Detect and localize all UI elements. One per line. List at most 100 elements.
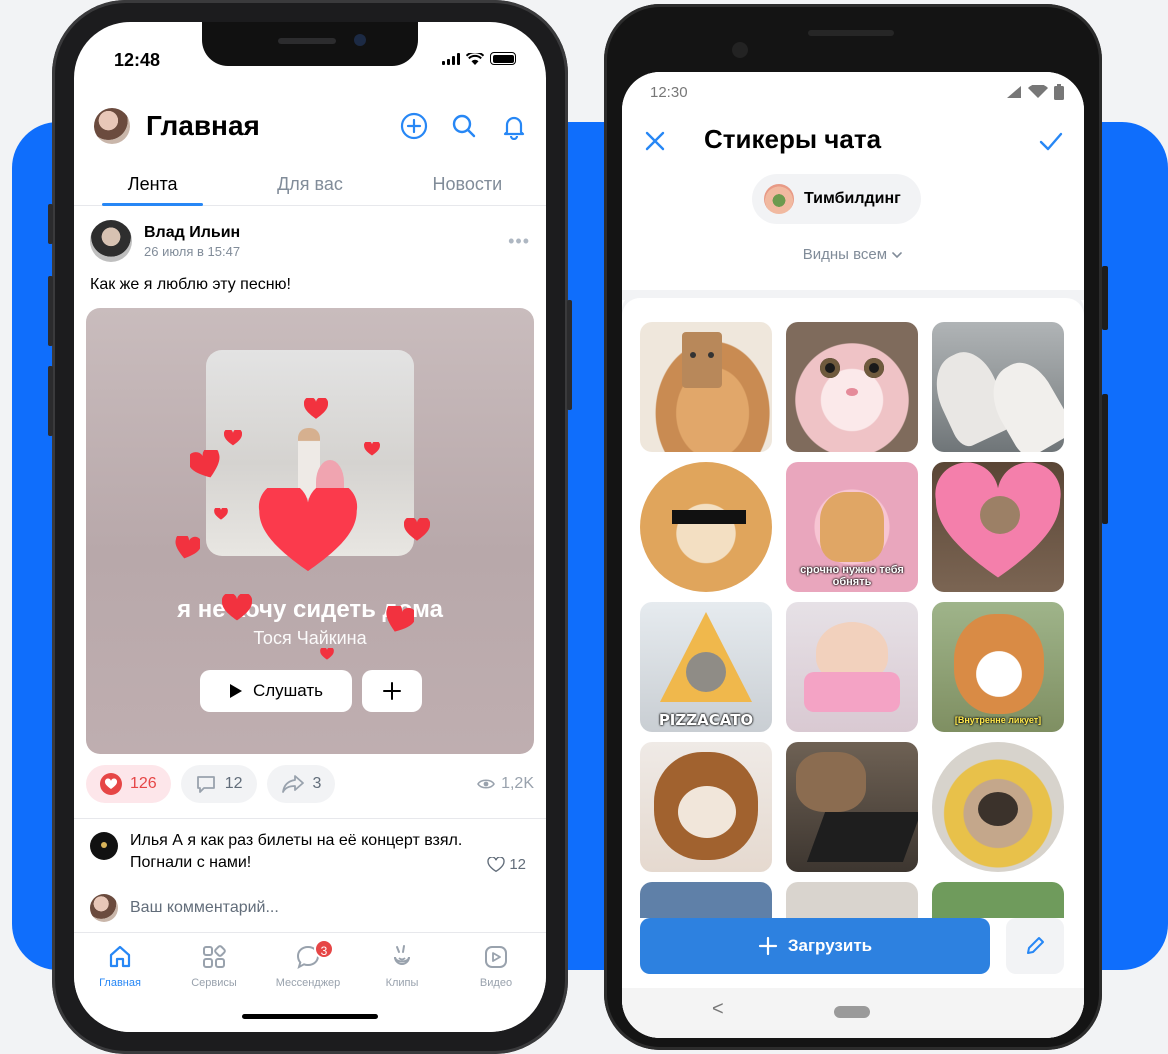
sticker-borzoi-dogs[interactable] [932,322,1064,452]
tabbar-video[interactable]: Видео [450,943,542,989]
signal-icon [442,52,460,65]
post-text: Как же я люблю эту песню! [90,276,291,293]
sticker-pink-cat-face[interactable] [786,322,918,452]
comment-like[interactable]: 12 [487,856,526,873]
tabbar-clips-label: Клипы [385,977,419,989]
tab-feed[interactable]: Лента [74,168,231,206]
sticker-capybara-laptop[interactable] [786,742,918,872]
services-icon [203,945,226,968]
eye-icon [477,779,496,789]
iphone-power-button [567,300,572,410]
pack-name: Тимбилдинг [804,190,901,207]
android-volume-rocker [1102,394,1108,524]
video-icon [485,946,507,968]
sticker-cat-paper-bag[interactable] [640,322,772,452]
post-header: Влад Ильин 26 июля в 15:47 ••• [90,218,530,264]
tab-for-you[interactable]: Для вас [231,168,388,205]
comment-like-count: 12 [509,856,526,873]
android-status-bar: 12:30 [650,82,1064,102]
edit-button[interactable] [1006,918,1064,974]
tabbar-video-label: Видео [479,977,513,989]
tabbar-home[interactable]: Главная [74,943,166,989]
back-button[interactable]: < [712,998,724,1021]
sticker-cat-pizza[interactable]: PIZZACATO [640,602,772,732]
notch [202,22,418,66]
comment-button[interactable]: 12 [180,765,257,803]
plus-icon [383,682,401,700]
tabbar-clips[interactable]: Клипы [356,943,448,989]
add-to-music-button[interactable] [362,670,422,712]
heart-decoration [190,450,220,478]
sticker-doge-sunglasses[interactable] [640,462,772,592]
main-header: Главная [94,104,528,148]
comment-count: 12 [224,775,243,792]
sticker-pug-yellow-hat[interactable] [932,742,1064,872]
heart-decoration [320,648,334,660]
sticker-caption: срочно нужно тебя обнять [800,564,904,588]
tabbar-messenger[interactable]: Мессенджер 3 [262,939,354,989]
heart-decoration [386,606,414,632]
listen-label: Слушать [252,681,324,700]
sticker-cat-hearts[interactable]: срочно нужно тебя обнять [786,462,918,592]
views-count: 1,2K [501,775,534,792]
wifi-icon [1028,85,1048,98]
battery-icon [490,52,516,65]
heart-decoration [224,430,242,446]
visibility-dropdown[interactable]: Видны всем [622,246,1084,263]
sticker-grid: срочно нужно тебя обнять PIZZACATO [Внут… [622,298,1084,918]
sticker-pack-chip[interactable]: Тимбилдинг [752,174,921,224]
tabbar-services-label: Сервисы [191,977,237,989]
commenter-name[interactable]: Илья А [130,832,183,849]
sticker-corgi-puppy[interactable]: [Внутренне ликует] [932,602,1064,732]
check-icon[interactable] [1036,126,1066,156]
tabbar-services[interactable]: Сервисы [168,943,260,989]
android-frame: 12:30 Стикеры чата Тимбилдинг Видны всем [604,4,1108,1050]
status-time: 12:48 [114,50,161,70]
sticker-partial[interactable] [640,882,772,918]
sticker-cat-heart-hole[interactable] [932,462,1064,592]
author-avatar[interactable] [90,220,132,262]
share-button[interactable]: 3 [266,765,336,803]
heart-outline-icon [487,856,505,872]
post-author[interactable]: Влад Ильин [144,224,508,242]
page-title: Главная [146,110,260,141]
tab-news[interactable]: Новости [389,168,546,205]
chevron-down-icon [892,252,903,259]
android-power-button [1102,266,1108,330]
heart-decoration [214,508,228,520]
tabbar-messenger-label: Мессенджер [275,977,341,989]
wifi-icon [466,52,484,65]
heart-decoration [258,488,358,572]
sticker-caption: [Внутренне ликует] [954,715,1042,725]
feed-tabs: Лента Для вас Новости [74,168,546,206]
heart-decoration [175,536,200,559]
home-indicator [242,1014,378,1019]
bell-icon[interactable] [500,112,528,140]
comment-input[interactable]: Ваш комментарий... [90,894,530,922]
page-title: Стикеры чата [704,124,882,154]
comment-icon [196,776,215,793]
iphone-volume-down [48,366,53,436]
sticker-kitten-bear-hat[interactable] [640,742,772,872]
heart-filled-icon [100,773,122,795]
cell-signal-icon [1007,86,1021,98]
android-screen: 12:30 Стикеры чата Тимбилдинг Видны всем [622,72,1084,1038]
sticker-chihuahua-pink[interactable] [786,602,918,732]
sticker-partial[interactable] [932,882,1064,918]
close-icon[interactable] [640,126,670,156]
pack-avatar [764,184,794,214]
like-button[interactable]: 126 [86,765,171,803]
plus-icon [758,936,777,956]
search-icon[interactable] [450,112,478,140]
profile-avatar[interactable] [94,108,130,144]
home-pill[interactable] [834,1006,870,1018]
listen-button[interactable]: Слушать [200,670,352,712]
music-attachment[interactable]: я не хочу сидеть дома Тося Чайкина Слуша… [86,308,534,754]
commenter-avatar[interactable] [90,832,118,860]
iphone-volume-up [48,276,53,346]
more-options-icon[interactable]: ••• [508,231,530,252]
upload-button[interactable]: Загрузить [640,918,990,974]
sticker-partial[interactable] [786,882,918,918]
add-circle-icon[interactable] [400,112,428,140]
comment-placeholder: Ваш комментарий... [130,899,279,916]
